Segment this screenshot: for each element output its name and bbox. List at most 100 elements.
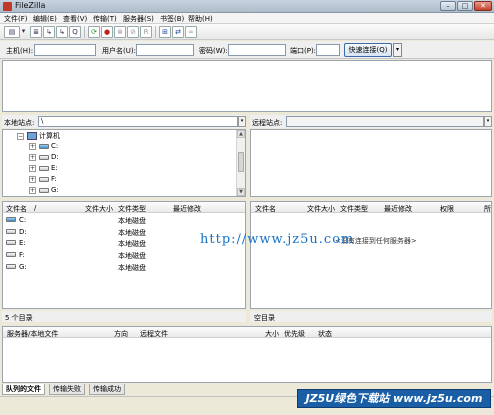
username-input[interactable]	[136, 44, 194, 56]
menu-edit[interactable]: 编辑(E)	[33, 14, 57, 24]
column-size[interactable]: 大小	[265, 329, 279, 339]
remote-site-label: 远程站点:	[252, 119, 283, 127]
column-filesize[interactable]: 文件大小	[307, 204, 335, 214]
toggle-queue-icon[interactable]: Q	[69, 26, 81, 38]
column-modified[interactable]: 最近修改	[384, 204, 412, 214]
tree-item-drive[interactable]: + D:	[29, 153, 59, 163]
toggle-remote-tree-icon[interactable]: ↳	[56, 26, 68, 38]
column-filetype[interactable]: 文件类型	[340, 204, 368, 214]
expand-icon[interactable]: +	[29, 164, 36, 172]
tree-item-drive[interactable]: + C:	[29, 142, 58, 152]
file-row[interactable]: C: 本地磁盘	[3, 215, 245, 226]
reconnect-icon[interactable]: R	[140, 26, 152, 38]
drive-icon	[6, 264, 16, 269]
column-remote-file[interactable]: 远程文件	[140, 329, 168, 339]
password-input[interactable]	[228, 44, 286, 56]
local-dir-status: 5 个目录	[2, 311, 246, 322]
column-direction[interactable]: 方向	[114, 329, 128, 339]
tree-item-drive[interactable]: + F:	[29, 175, 57, 185]
quickconnect-button[interactable]: 快速连接(Q)	[344, 43, 392, 57]
toggle-log-icon[interactable]: ≣	[30, 26, 42, 38]
menu-bookmarks[interactable]: 书签(B)	[160, 14, 184, 24]
tree-item-drive[interactable]: + E:	[29, 164, 58, 174]
maximize-button[interactable]: □	[457, 1, 473, 11]
tree-item-computer[interactable]: − 计算机	[17, 131, 60, 141]
local-path-input[interactable]: \	[38, 116, 238, 127]
compare-icon[interactable]: ∞	[185, 26, 197, 38]
message-log[interactable]	[2, 60, 492, 112]
minimize-icon: –	[446, 2, 450, 10]
local-tree-scrollbar[interactable]: ▲ ▼	[236, 130, 245, 196]
scroll-thumb[interactable]	[238, 152, 244, 172]
drive-icon	[39, 154, 49, 160]
close-button[interactable]: ✕	[474, 1, 492, 11]
scroll-up-icon[interactable]: ▲	[237, 130, 245, 138]
site-manager-dropdown-icon[interactable]: ▾	[20, 26, 27, 38]
file-type: 本地磁盘	[118, 240, 146, 248]
local-path-dropdown[interactable]: ▾	[238, 116, 246, 127]
tab-queued-files[interactable]: 队列的文件	[2, 384, 45, 395]
tab-successful-transfers[interactable]: 传输成功	[89, 384, 125, 395]
toggle-local-tree-icon[interactable]: ↳	[43, 26, 55, 38]
tree-item-label: C:	[51, 142, 59, 150]
scroll-down-icon[interactable]: ▼	[237, 188, 245, 196]
column-status[interactable]: 状态	[318, 329, 332, 339]
file-name: G:	[19, 263, 27, 271]
remote-path-dropdown[interactable]: ▾	[484, 116, 492, 127]
remote-path-input[interactable]	[286, 116, 484, 127]
file-row[interactable]: F: 本地磁盘	[3, 250, 245, 261]
transfer-queue[interactable]: 服务器/本地文件 方向 远程文件 大小 优先级 状态	[2, 326, 492, 383]
remote-file-list[interactable]: 文件名 文件大小 文件类型 最近修改 权限 所 <没有连接到任何服务器>	[250, 201, 492, 309]
chevron-down-icon: ▾	[240, 118, 244, 124]
refresh-icon[interactable]: ⟳	[88, 26, 100, 38]
tree-item-label: E:	[51, 164, 58, 172]
column-filename[interactable]: 文件名	[6, 204, 27, 214]
tree-item-label: G:	[51, 186, 59, 194]
menu-server[interactable]: 服务器(S)	[123, 14, 154, 24]
local-file-list[interactable]: 文件名 / 文件大小 文件类型 最近修改 C: 本地磁盘 D: 本地磁盘 E: …	[2, 201, 246, 309]
toolbar: ▤ ▾ ≣ ↳ ↳ Q ⟳ ● ⊗ ⊘ R ⊞ ⇄ ∞	[0, 24, 494, 40]
site-manager-icon[interactable]: ▤	[4, 26, 20, 38]
minimize-button[interactable]: –	[440, 1, 456, 11]
menu-view[interactable]: 查看(V)	[63, 14, 87, 24]
system-drive-icon	[39, 143, 49, 149]
column-permissions[interactable]: 权限	[440, 204, 454, 214]
collapse-icon[interactable]: −	[17, 132, 24, 140]
remote-directory-tree[interactable]	[250, 129, 492, 197]
column-filename[interactable]: 文件名	[255, 204, 276, 214]
column-priority[interactable]: 优先级	[284, 329, 305, 339]
drive-icon	[39, 165, 49, 171]
chevron-down-icon: ▾	[486, 118, 490, 124]
expand-icon[interactable]: +	[29, 153, 36, 161]
tree-item-label: D:	[51, 153, 59, 161]
local-file-list-header: 文件名 / 文件大小 文件类型 最近修改	[3, 202, 245, 213]
cancel-icon[interactable]: ⊗	[114, 26, 126, 38]
column-filesize[interactable]: 文件大小	[85, 204, 113, 214]
tab-failed-transfers[interactable]: 传输失败	[49, 384, 85, 395]
expand-icon[interactable]: +	[29, 142, 36, 150]
menu-transfer[interactable]: 传输(T)	[93, 14, 117, 24]
queue-header: 服务器/本地文件 方向 远程文件 大小 优先级 状态	[3, 327, 491, 338]
file-type: 本地磁盘	[118, 264, 146, 272]
column-modified[interactable]: 最近修改	[173, 204, 201, 214]
host-input[interactable]	[34, 44, 96, 56]
column-owner[interactable]: 所	[484, 204, 491, 214]
column-server-local-file[interactable]: 服务器/本地文件	[7, 329, 58, 339]
menu-file[interactable]: 文件(F)	[4, 14, 28, 24]
quickconnect-dropdown-button[interactable]: ▾	[393, 43, 402, 57]
expand-icon[interactable]: +	[29, 186, 36, 194]
process-queue-icon[interactable]: ●	[101, 26, 113, 38]
menu-help[interactable]: 帮助(H)	[188, 14, 213, 24]
column-filetype[interactable]: 文件类型	[118, 204, 146, 214]
file-row[interactable]: G: 本地磁盘	[3, 262, 245, 273]
directory-listing-filter-icon[interactable]: ⊞	[159, 26, 171, 38]
file-name: F:	[19, 251, 25, 259]
filezilla-app-icon	[3, 2, 12, 11]
expand-icon[interactable]: +	[29, 175, 36, 183]
disconnect-icon[interactable]: ⊘	[127, 26, 139, 38]
port-label: 端口(P):	[290, 47, 317, 55]
tree-item-drive[interactable]: + G:	[29, 186, 59, 196]
port-input[interactable]	[316, 44, 340, 56]
sync-browsing-icon[interactable]: ⇄	[172, 26, 184, 38]
local-directory-tree[interactable]: − 计算机 + C: + D: + E: + F: + G: ▲ ▼	[2, 129, 246, 197]
